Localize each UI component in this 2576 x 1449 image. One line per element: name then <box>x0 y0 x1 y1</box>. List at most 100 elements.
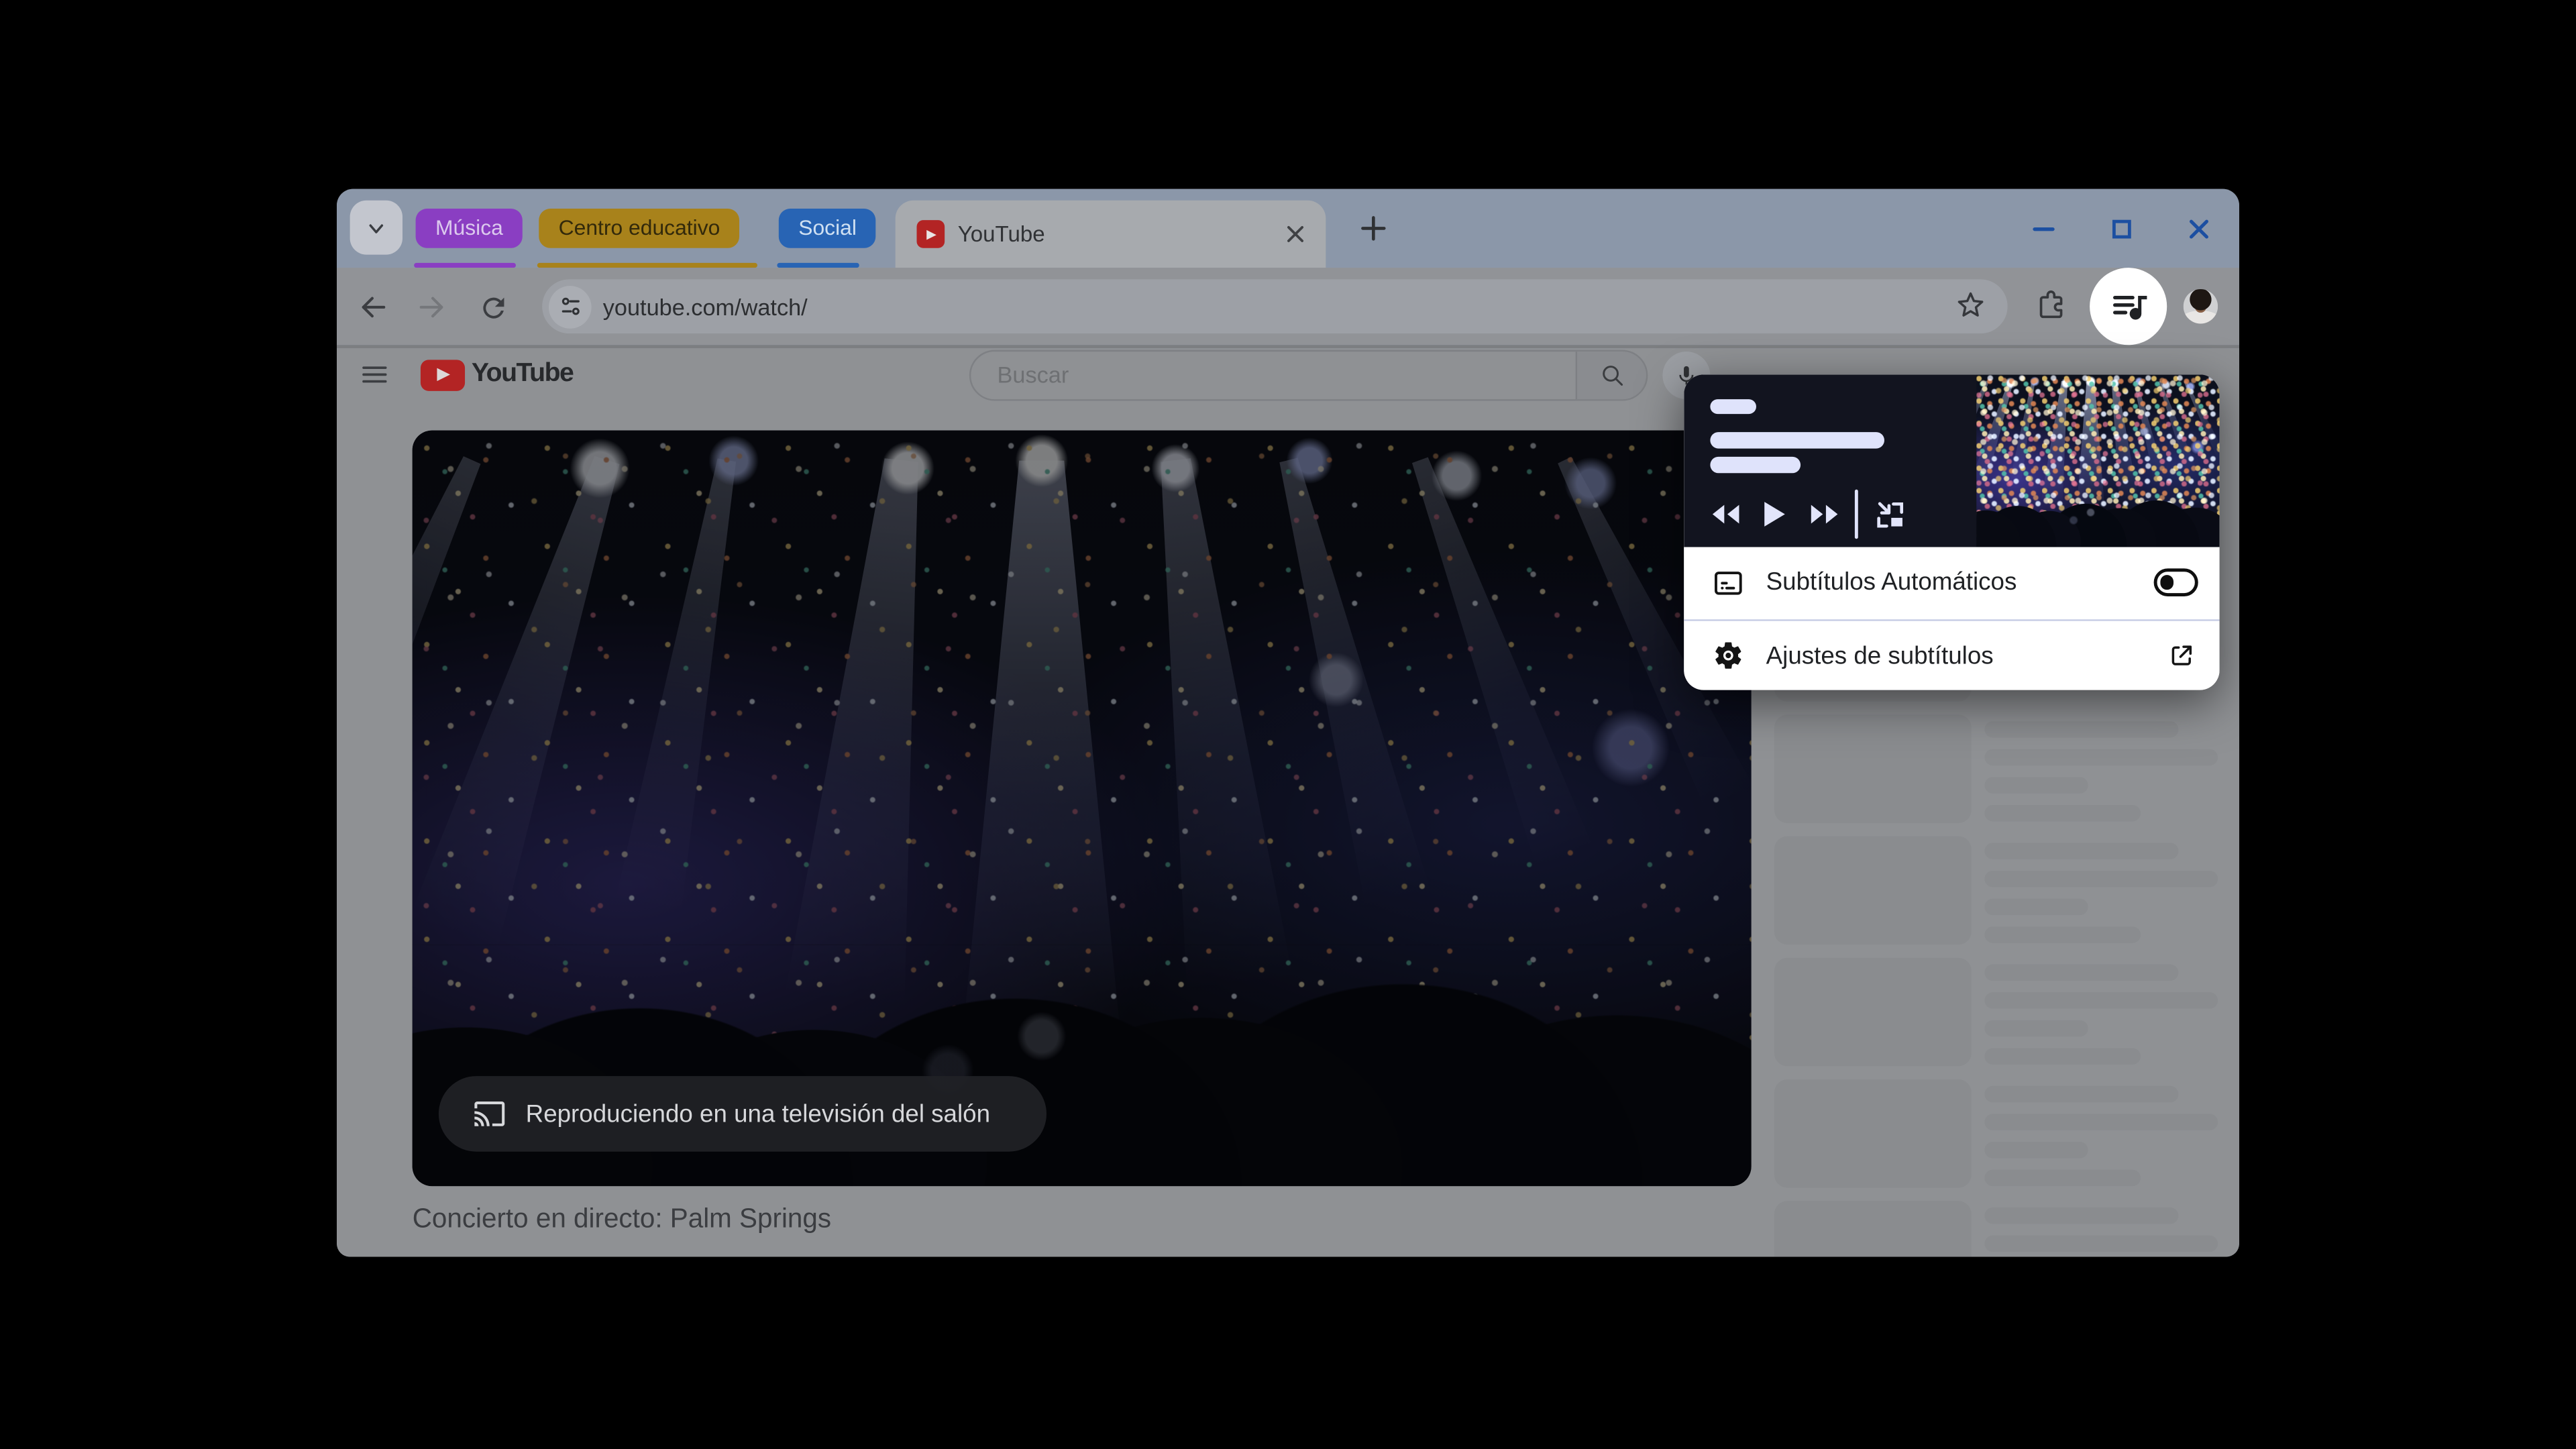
skeleton-thumbnail <box>1774 837 1972 945</box>
controls-separator <box>1855 490 1858 539</box>
tab-group-underline-musica <box>414 262 516 268</box>
site-settings-button[interactable] <box>549 285 592 328</box>
skeleton-thumbnail <box>1774 1201 1972 1256</box>
rewind-icon <box>1709 501 1741 527</box>
tab-group-centro-educativo[interactable]: Centro educativo <box>539 208 739 248</box>
screen: Música Centro educativo Social YouTube <box>0 0 2576 1449</box>
skeleton-line <box>1984 1170 2141 1186</box>
close-icon <box>2186 216 2210 241</box>
browser-window: Música Centro educativo Social YouTube <box>337 189 2239 1257</box>
skeleton-line <box>1984 805 2141 821</box>
profile-avatar[interactable] <box>2184 289 2218 323</box>
tab-group-underline-social <box>777 262 859 268</box>
caption-settings-label: Ajustes de subtítulos <box>1766 641 1994 669</box>
auto-captions-toggle[interactable] <box>2154 569 2198 596</box>
cast-banner: Reproduciendo en una televisión del saló… <box>439 1076 1046 1152</box>
window-controls <box>2027 189 2239 268</box>
skeleton-thumbnail <box>1774 1079 1972 1188</box>
extensions-button[interactable] <box>2034 288 2070 324</box>
maximize-button[interactable] <box>2104 212 2137 245</box>
skeleton-line <box>1984 843 2178 859</box>
skeleton-line <box>1984 899 2088 915</box>
picture-in-picture-icon <box>1873 497 1907 531</box>
media-thumbnail <box>1976 374 2219 547</box>
tab-youtube[interactable]: YouTube <box>896 201 1326 268</box>
tab-strip: Música Centro educativo Social YouTube <box>337 189 2239 268</box>
play-button[interactable] <box>1750 490 1799 539</box>
previous-track-button[interactable] <box>1701 490 1750 539</box>
skeleton-line <box>1984 965 2178 981</box>
reload-icon <box>477 292 508 323</box>
cast-banner-text: Reproduciendo en una televisión del saló… <box>526 1100 990 1128</box>
plus-icon <box>1360 215 1387 241</box>
back-button[interactable] <box>354 288 393 327</box>
media-session-card <box>1684 374 2219 547</box>
skeleton-line <box>1984 926 2141 943</box>
external-link-icon <box>2165 639 2198 672</box>
address-bar[interactable]: youtube.com/watch/ <box>542 279 2007 333</box>
skeleton-thumbnail <box>1774 958 1972 1067</box>
reload-button[interactable] <box>473 288 513 327</box>
tab-group-label: Centro educativo <box>559 215 720 240</box>
menu-button[interactable] <box>358 358 394 394</box>
captions-menu: Subtítulos Automáticos Ajustes de subtít… <box>1684 547 2219 690</box>
chevron-down-icon <box>365 216 388 239</box>
skeleton-line <box>1984 721 2178 737</box>
tab-title: YouTube <box>958 222 1045 247</box>
tab-group-musica[interactable]: Música <box>416 208 523 248</box>
skeleton-line <box>1984 749 2218 765</box>
tab-group-social[interactable]: Social <box>779 208 877 248</box>
next-track-button[interactable] <box>1799 490 1848 539</box>
tab-close-button[interactable] <box>1280 219 1309 249</box>
skeleton-line <box>1984 1086 2178 1102</box>
forward-arrow-icon <box>416 290 449 323</box>
media-skeleton-line <box>1709 398 1756 414</box>
star-icon <box>1953 288 1988 322</box>
video-player[interactable]: Reproduciendo en una televisión del saló… <box>413 431 1752 1187</box>
search-icon <box>1598 361 1626 389</box>
minimize-button[interactable] <box>2027 212 2060 245</box>
hamburger-icon <box>358 358 391 390</box>
picture-in-picture-button[interactable] <box>1866 490 1915 539</box>
media-skeleton-line <box>1709 457 1800 472</box>
media-controls-popup: Subtítulos Automáticos Ajustes de subtít… <box>1684 374 2219 690</box>
skeleton-line <box>1984 1114 2218 1130</box>
search-bar[interactable]: Buscar <box>969 349 1648 400</box>
search-placeholder: Buscar <box>998 362 1069 388</box>
fast-forward-icon <box>1808 501 1839 527</box>
media-controls-button[interactable] <box>2090 268 2167 345</box>
youtube-logo[interactable]: YouTube <box>421 359 573 390</box>
skeleton-line <box>1984 1208 2178 1224</box>
puzzle-icon <box>2034 288 2068 322</box>
tab-group-underline-centro-educativo <box>537 262 757 268</box>
gear-icon <box>1710 637 1746 674</box>
close-icon <box>1285 225 1303 244</box>
tab-search-button[interactable] <box>350 201 402 255</box>
new-tab-button[interactable] <box>1355 210 1391 246</box>
caption-settings-row[interactable]: Ajustes de subtítulos <box>1684 620 2219 690</box>
queue-music-icon <box>2107 285 2150 328</box>
auto-captions-label: Subtítulos Automáticos <box>1766 568 2017 596</box>
back-arrow-icon <box>356 290 389 323</box>
maximize-icon <box>2108 216 2133 241</box>
tab-group-label: Música <box>435 215 503 240</box>
url-text[interactable]: youtube.com/watch/ <box>603 293 808 319</box>
auto-captions-row[interactable]: Subtítulos Automáticos <box>1684 547 2219 618</box>
skeleton-line <box>1984 1236 2218 1252</box>
skeleton-line <box>1984 1020 2088 1036</box>
minimize-icon <box>2031 215 2057 241</box>
youtube-logo-text: YouTube <box>472 360 574 389</box>
search-button[interactable] <box>1576 351 1646 398</box>
site-controls-icon <box>557 294 582 319</box>
play-icon <box>1763 501 1786 527</box>
skeleton-thumbnail <box>1774 714 1972 823</box>
media-skeleton-line <box>1709 432 1884 447</box>
close-window-button[interactable] <box>2182 212 2214 245</box>
skeleton-line <box>1984 777 2088 793</box>
youtube-favicon-icon <box>917 220 945 248</box>
skeleton-line <box>1984 1048 2141 1064</box>
forward-button[interactable] <box>413 288 452 327</box>
captions-icon <box>1710 564 1746 600</box>
cast-icon <box>473 1097 506 1130</box>
bookmark-button[interactable] <box>1953 288 1990 324</box>
